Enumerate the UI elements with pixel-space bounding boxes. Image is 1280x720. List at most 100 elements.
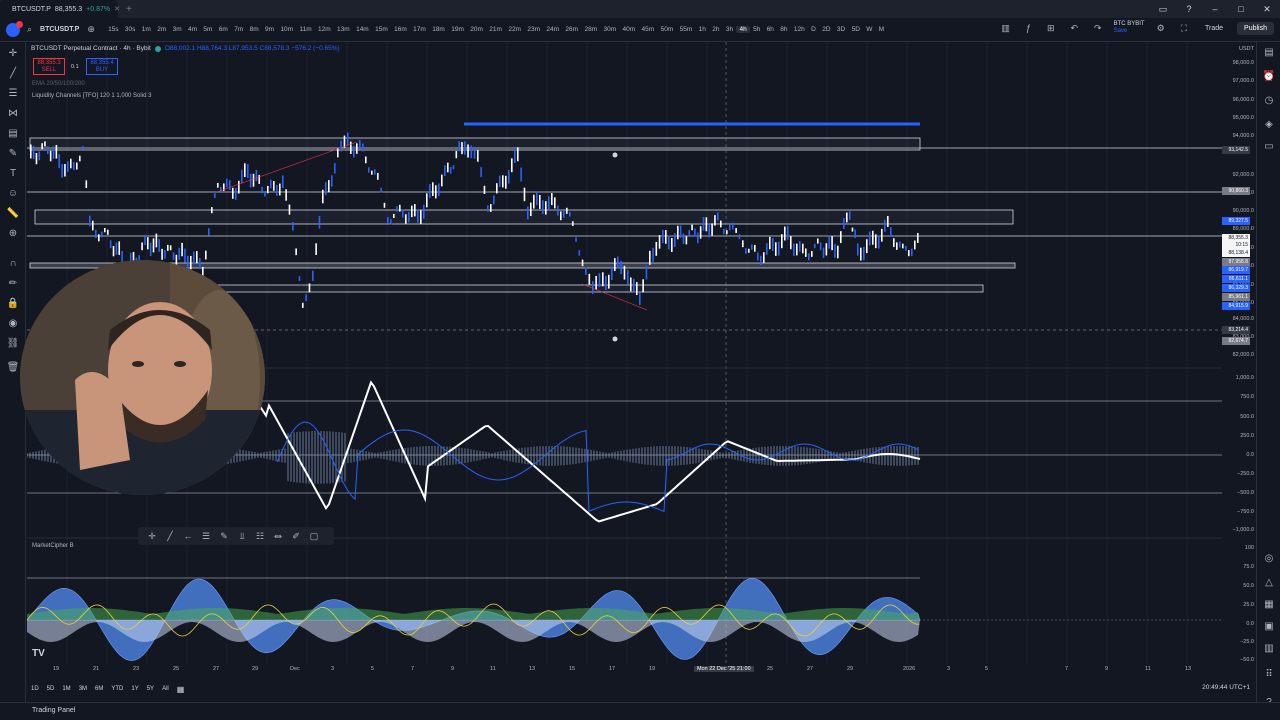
emoji-icon[interactable]: ☺	[6, 188, 20, 200]
interval-24m[interactable]: 24m	[543, 26, 562, 33]
drawing-handle[interactable]	[612, 336, 618, 342]
pattern-icon[interactable]: ⋈	[6, 108, 20, 120]
interval-14m[interactable]: 14m	[353, 26, 372, 33]
legend-title[interactable]: BTCUSDT Perpetual Contract · 4h · Bybit	[31, 45, 151, 52]
trendline-icon[interactable]: ╱	[6, 68, 20, 80]
interval-50m[interactable]: 50m	[657, 26, 676, 33]
minimize-icon[interactable]: –	[1202, 0, 1228, 18]
range-5D[interactable]: 5D	[43, 686, 59, 692]
interval-11m[interactable]: 11m	[296, 26, 315, 33]
interval-12m[interactable]: 12m	[315, 26, 334, 33]
apps-grid-icon[interactable]: ⠿	[1262, 668, 1276, 682]
interval-15s[interactable]: 15s	[105, 26, 122, 33]
user-avatar[interactable]	[6, 20, 23, 37]
close-window-icon[interactable]: ✕	[1254, 0, 1280, 18]
data-window-icon[interactable]: ◷	[1262, 94, 1276, 108]
interval-13m[interactable]: 13m	[334, 26, 353, 33]
settings-icon[interactable]: ⚙	[1153, 23, 1169, 34]
target-icon[interactable]: ◎	[1262, 552, 1276, 566]
interval-3m[interactable]: 3m	[169, 26, 184, 33]
layers-icon[interactable]: ◈	[1262, 118, 1276, 132]
trash-icon[interactable]: 🗑	[6, 362, 20, 374]
interval-12h[interactable]: 12h	[791, 26, 808, 33]
interval-6h[interactable]: 6h	[764, 26, 778, 33]
interval-23m[interactable]: 23m	[524, 26, 543, 33]
interval-45m[interactable]: 45m	[638, 26, 657, 33]
interval-1m[interactable]: 1m	[139, 26, 154, 33]
publish-button[interactable]: Publish	[1237, 21, 1274, 35]
new-tab-icon[interactable]: +	[126, 4, 132, 15]
search-icon[interactable]: ⌕	[23, 24, 36, 35]
alerts-icon[interactable]: ⏰	[1262, 70, 1276, 84]
interval-55m[interactable]: 55m	[676, 26, 695, 33]
brush-icon[interactable]: ✎	[6, 148, 20, 160]
pitchfork-tool-icon[interactable]: ⫫	[236, 531, 248, 542]
watchlist-icon[interactable]: ▤	[1262, 46, 1276, 60]
interval-21m[interactable]: 21m	[486, 26, 505, 33]
zoom-icon[interactable]: ⊕	[6, 228, 20, 240]
pen-tool-icon[interactable]: ✎	[218, 531, 230, 542]
range-All[interactable]: All	[158, 686, 173, 692]
notes-icon[interactable]: ▥	[1262, 642, 1276, 656]
brush-tool-icon[interactable]: ✐	[290, 531, 302, 542]
marketcipher-indicator-label[interactable]: MarketCipher B	[32, 543, 74, 549]
close-tab-icon[interactable]: ✕	[114, 5, 120, 13]
interval-26m[interactable]: 26m	[562, 26, 581, 33]
interval-22m[interactable]: 22m	[505, 26, 524, 33]
interval-8h[interactable]: 8h	[777, 26, 791, 33]
link-icon[interactable]: ⛓	[6, 338, 20, 350]
interval-16m[interactable]: 16m	[391, 26, 410, 33]
interval-M[interactable]: M	[876, 26, 888, 33]
ruler-icon[interactable]: 📏	[6, 208, 20, 220]
interval-6m[interactable]: 6m	[216, 26, 231, 33]
interval-3h[interactable]: 3h	[723, 26, 737, 33]
undo-icon[interactable]: ↶	[1067, 23, 1083, 34]
fib-icon[interactable]: ☰	[6, 88, 20, 100]
range-3M[interactable]: 3M	[75, 686, 91, 692]
date-range-icon[interactable]: ▦	[173, 685, 189, 694]
fullscreen-icon[interactable]: ⛶	[1177, 23, 1191, 34]
forecast-tool-icon[interactable]: ⏛	[272, 530, 284, 543]
channel-tool-icon[interactable]: ☷	[254, 531, 266, 542]
interval-18m[interactable]: 18m	[429, 26, 448, 33]
interval-28m[interactable]: 28m	[581, 26, 600, 33]
interval-10m[interactable]: 10m	[277, 26, 296, 33]
interval-30s[interactable]: 30s	[122, 26, 139, 33]
redo-icon[interactable]: ↷	[1090, 23, 1106, 34]
trade-button[interactable]: Trade	[1199, 22, 1229, 35]
range-1M[interactable]: 1M	[58, 686, 74, 692]
range-1Y[interactable]: 1Y	[127, 686, 142, 692]
lock-icon[interactable]: 🔒	[6, 298, 20, 310]
maximize-icon[interactable]: □	[1228, 0, 1254, 18]
display-icon[interactable]: ▭	[1150, 0, 1176, 18]
account-selector[interactable]: BTC BYBIT Save	[1114, 21, 1145, 35]
cursor-icon[interactable]: ✛	[6, 48, 20, 60]
range-YTD[interactable]: YTD	[107, 686, 127, 692]
interval-4h[interactable]: 4h	[736, 26, 750, 33]
browser-tab[interactable]: BTCUSDT.P 88,355.3 +0.87% ✕	[0, 0, 120, 18]
interval-5h[interactable]: 5h	[750, 26, 764, 33]
time-axis[interactable]: 192123252729Dec3579111315171923252729202…	[27, 664, 1222, 676]
lock-drawings-icon[interactable]: ✏	[6, 278, 20, 290]
currency-label[interactable]: USDT	[1239, 46, 1254, 52]
symbol-search[interactable]: BTCUSDT.P	[36, 26, 83, 33]
interval-3D[interactable]: 3D	[834, 26, 849, 33]
utc-clock[interactable]: 20:49:44 UTC+1	[1202, 684, 1250, 691]
text-icon[interactable]: T	[6, 168, 20, 180]
interval-2h[interactable]: 2h	[709, 26, 723, 33]
interval-7m[interactable]: 7m	[231, 26, 246, 33]
interval-D[interactable]: D	[808, 26, 819, 33]
interval-5D[interactable]: 5D	[848, 26, 863, 33]
interval-30m[interactable]: 30m	[600, 26, 619, 33]
ema-indicator-label[interactable]: EMA 20/50/100/200	[32, 81, 85, 87]
interval-8m[interactable]: 8m	[246, 26, 261, 33]
range-6M[interactable]: 6M	[91, 686, 107, 692]
range-1D[interactable]: 1D	[27, 686, 43, 692]
buy-button[interactable]: 88,355.4 BUY	[86, 58, 118, 75]
magnet-icon[interactable]: ∩	[6, 258, 20, 270]
sell-button[interactable]: 88,355.3 SELL	[33, 58, 65, 75]
indicators-icon[interactable]: ƒ	[1022, 23, 1035, 33]
rectangle-tool-icon[interactable]: ▢	[308, 531, 320, 542]
price-axis[interactable]: USDT 98,000.0 97,000.0 96,000.0 95,000.0 94,…	[1222, 42, 1256, 682]
chat-icon[interactable]: ▭	[1262, 140, 1276, 154]
